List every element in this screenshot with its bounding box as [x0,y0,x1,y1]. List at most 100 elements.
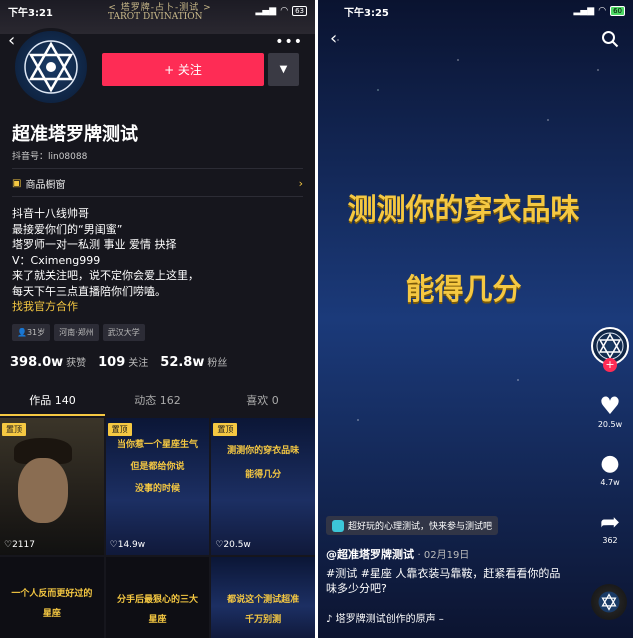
douyin-id: 抖音号：lin08088 [12,152,88,162]
video-player-screen: 下午3:25 ▂▄▆ ◠ 60 ‹ 测测你的穿衣品味 能得几分 + ♥ 20.5… [318,0,633,638]
thumbnail-text: 当你惹一个星座生气 [116,440,198,450]
video-thumbnail[interactable]: 置顶 当你惹一个星座生气 但是都给你说 没事的时候 ♡14.9w [105,418,210,555]
status-time: 下午3:25 [344,7,389,19]
profile-stats: 398.0w 获赞 109 关注 52.8w 粉丝 [10,354,227,370]
promo-chip-label: 超好玩的心理测试，快来参与测试吧 [348,522,493,532]
pinned-badge: 置顶 [213,423,238,436]
profile-name: 超准塔罗牌测试 [12,124,138,145]
like-button[interactable]: ♥ 20.5w [595,392,625,429]
video-likes: ♡20.5w [215,540,251,550]
status-icons: ▂▄▆ ◠ 63 [255,6,307,16]
shop-icon: ▣ [12,178,22,189]
profile-screen: < 塔罗牌-占卜-测试 > TAROT DIVINATION 下午3:21 ▂▄… [0,0,315,638]
shop-window-row[interactable]: ▣ 商品橱窗 › [12,176,303,191]
bio-line: 最接爱你们的“男闺蜜” [12,222,123,236]
bio-line: 塔罗师一对一私测 事业 爱情 抉择 [12,238,177,251]
follow-button[interactable]: + 关注 [102,53,264,86]
follow-plus-button[interactable]: + [603,358,617,372]
music-title: 塔罗牌测试创作的原声 – [335,614,444,625]
music-note-icon: ♪ [326,614,333,625]
share-count: 362 [602,536,618,545]
bio-line: 每天下午三点直播陪你们唠嗑。 [12,284,166,298]
more-options-icon[interactable]: ••• [275,34,303,50]
video-thumbnail[interactable]: 置顶 ♡2117 [0,418,104,555]
hexagram-icon [596,332,624,360]
chevron-right-icon: › [298,177,303,190]
author-line: @超准塔罗牌测试 · 02月19日 [326,546,469,562]
comment-icon: ● [600,451,620,476]
video-thumbnail[interactable]: 分手后最狠心的三大 星座 [105,557,210,638]
wifi-icon: ◠ [280,6,289,16]
comment-button[interactable]: ● 4.7w [595,450,625,487]
video-thumbnail[interactable]: 一个人反而更好过的 星座 [0,557,104,638]
back-arrow-icon[interactable]: ‹ [330,28,337,49]
status-time: 下午3:21 [8,7,53,19]
search-icon[interactable] [601,30,619,48]
profile-tags: 👤31岁 河南·郑州 武汉大学 [12,324,145,341]
school-tag: 武汉大学 [102,324,145,341]
stat-followers[interactable]: 52.8w 粉丝 [160,354,227,370]
hexagram-icon [24,40,78,94]
stat-following[interactable]: 109 关注 [98,354,148,370]
divider [12,168,303,169]
video-headline: 测测你的穿衣品味 [347,192,580,226]
promo-chip[interactable]: 超好玩的心理测试，快来参与测试吧 [326,516,499,535]
tab-liked[interactable]: 喜欢 0 [210,390,315,416]
pinned-badge: 置顶 [2,423,26,436]
thumbnail-text: 分手后最狠心的三大 [116,595,198,605]
status-icons: ▂▄▆ ◠ 60 [573,6,625,16]
video-caption: #测试 #星座 人靠衣装马靠鞍，赶紧看看你的品味多少分吧? [326,567,561,595]
official-cooperation-link[interactable]: 找我官方合作 [12,299,307,315]
thumbnail-text: 没事的时候 [134,484,180,494]
tab-works[interactable]: 作品 140 [0,390,105,416]
author-name[interactable]: @超准塔罗牌测试 [326,548,414,561]
starry-background [318,0,633,638]
recommend-dropdown-button[interactable]: ▼ [268,53,299,86]
bio-line: V：Cximeng999 [12,253,101,267]
thumbnail-text: 星座 [148,615,167,625]
shop-label: 商品橱窗 [25,180,66,191]
battery-icon: 60 [610,6,625,16]
battery-icon: 63 [292,6,307,16]
wifi-icon: ◠ [598,6,607,16]
video-likes: ♡2117 [4,540,35,550]
thumbnail-text: 星座 [42,609,61,619]
status-bar: 下午3:25 ▂▄▆ ◠ 60 [318,0,633,22]
person-icon: 👤 [17,328,27,337]
tab-updates[interactable]: 动态 162 [105,390,210,416]
status-bar: 下午3:21 ▂▄▆ ◠ 63 [0,0,315,22]
caret-down-icon: ▼ [279,64,288,75]
person-face [18,458,68,523]
thumbnail-text: 测测你的穿衣品味 [227,446,300,456]
mini-app-icon [332,519,344,532]
divider [12,196,303,197]
thumbnail-text: 都说这个测试超准 [227,595,300,605]
comment-count: 4.7w [600,478,620,487]
heart-icon: ♥ [599,392,621,420]
thumbnail-text: 千万别测 [245,615,282,625]
bio-line: 抖音十八线帅哥 [12,207,89,220]
like-count: 20.5w [597,420,623,429]
signal-icon: ▂▄▆ [573,6,595,16]
video-grid: 置顶 ♡2117 置顶 当你惹一个星座生气 但是都给你说 没事的时候 ♡14.9… [0,418,315,638]
music-disc[interactable] [591,584,627,620]
avatar[interactable] [12,28,90,106]
stat-likes[interactable]: 398.0w 获赞 [10,354,86,370]
video-thumbnail[interactable]: 置顶 测测你的穿衣品味 能得几分 ♡20.5w [211,418,315,555]
signal-icon: ▂▄▆ [255,6,277,16]
location-tag: 河南·郑州 [54,324,99,341]
thumbnail-text: 一个人反而更好过的 [11,589,93,599]
back-arrow-icon[interactable]: ‹ [8,30,15,51]
video-likes: ♡14.9w [109,540,146,550]
share-arrow-icon: ➦ [599,508,621,536]
profile-tabs: 作品 140 动态 162 喜欢 0 [0,390,315,416]
video-headline: 能得几分 [405,272,522,306]
share-button[interactable]: ➦ 362 [595,508,625,545]
thumbnail-text: 但是都给你说 [130,462,185,472]
age-tag: 👤31岁 [12,324,51,341]
pinned-badge: 置顶 [107,423,132,436]
music-line[interactable]: ♪ 塔罗牌测试创作的原声 – [326,610,444,625]
profile-bio: 抖音十八线帅哥 最接爱你们的“男闺蜜” 塔罗师一对一私测 事业 爱情 抉择 V：… [12,206,307,315]
post-date: · 02月19日 [417,550,470,561]
video-thumbnail[interactable]: 都说这个测试超准 千万别测 [211,557,315,638]
